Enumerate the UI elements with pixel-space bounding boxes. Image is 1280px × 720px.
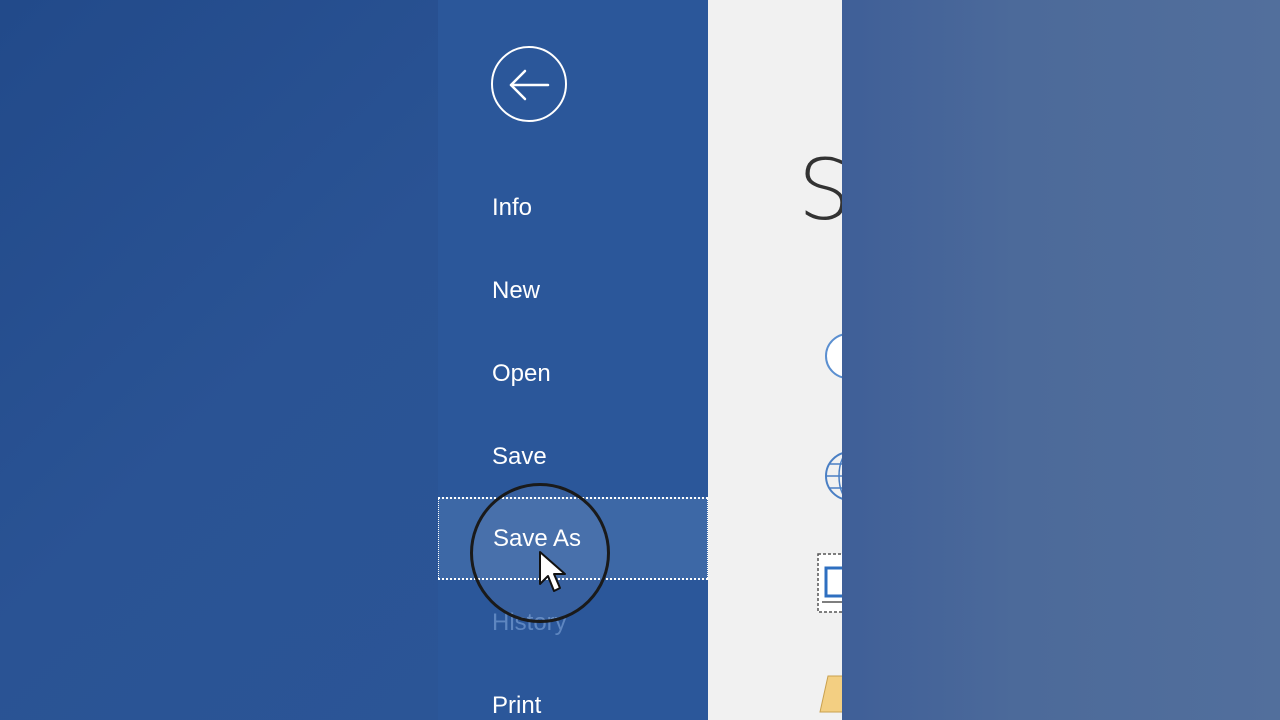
nav-item-save-as[interactable]: Save As	[438, 497, 708, 580]
nav-item-label: Save As	[493, 525, 582, 552]
nav-item-label: Info	[492, 194, 533, 221]
globe-icon[interactable]	[816, 446, 842, 506]
page-title: S	[798, 141, 842, 239]
nav-item-label: Open	[492, 360, 551, 387]
nav-item-new[interactable]: New	[438, 249, 708, 332]
nav-item-print[interactable]: Print	[438, 664, 708, 720]
nav-item-save[interactable]: Save	[438, 415, 708, 498]
nav-item-label: History	[492, 609, 567, 636]
nav-item-history[interactable]: History	[438, 581, 708, 664]
nav-item-info[interactable]: Info	[438, 166, 708, 249]
backstage-nav: Info New Open Save Save As History Print	[438, 0, 708, 720]
nav-item-open[interactable]: Open	[438, 332, 708, 415]
onedrive-icon[interactable]	[816, 325, 842, 387]
blurred-background-left	[0, 0, 438, 720]
this-pc-icon[interactable]	[816, 552, 842, 616]
nav-item-label: Save	[492, 443, 547, 470]
folder-icon[interactable]	[816, 672, 842, 720]
back-arrow-icon	[509, 69, 550, 101]
nav-item-label: New	[492, 277, 541, 304]
blurred-background-right	[842, 0, 1280, 720]
save-as-content-panel: S	[708, 0, 842, 720]
back-button[interactable]	[491, 46, 567, 122]
nav-item-label: Print	[492, 692, 542, 719]
video-frame: Info New Open Save Save As History Print…	[0, 0, 1280, 720]
